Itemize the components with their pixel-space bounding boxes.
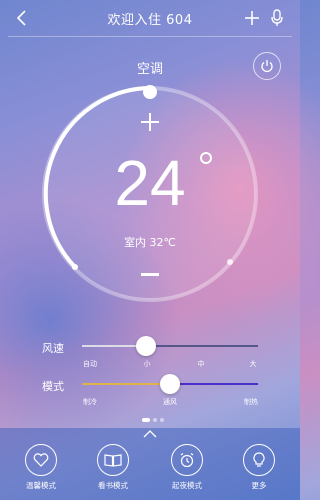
plus-icon[interactable] [244,10,260,26]
fan-speed-track[interactable] [82,345,258,347]
scene-night-button[interactable]: 起夜模式 [162,444,212,491]
lightbulb-icon [253,452,265,467]
page-dot [142,418,150,422]
scene-label: 温馨模式 [26,481,56,490]
scene-label: 起夜模式 [172,481,202,490]
scene-label: 更多 [251,481,267,490]
indoor-temperature: 室内 32℃ [124,236,176,249]
dial-handle [143,85,157,99]
page-dot [153,418,157,422]
increase-temperature-button[interactable] [140,112,160,132]
mode-option[interactable]: 制冷 [75,397,105,407]
page-dot [160,418,164,422]
page-title: 欢迎入住 604 [107,12,193,28]
chevron-up-icon[interactable] [143,430,157,438]
scene-reading-button[interactable]: 看书模式 [88,444,138,491]
scene-more-button[interactable]: 更多 [234,444,284,491]
dial-end-marker-right [227,259,233,265]
scene-warm-button[interactable]: 温馨模式 [16,444,66,491]
heart-icon [33,453,49,467]
power-icon [261,60,273,73]
mode-knob[interactable] [160,374,180,394]
fan-speed-option[interactable]: 自动 [75,359,105,369]
fan-speed-knob[interactable] [136,336,156,356]
scene-label: 看书模式 [98,481,128,490]
page-indicator [142,418,164,422]
book-icon [104,454,122,467]
set-temperature: 24 [114,147,186,219]
header: 欢迎入住 604 [0,0,300,36]
microphone-icon[interactable] [270,9,284,27]
fan-speed-option[interactable]: 中 [186,359,216,369]
mode-option[interactable]: 制热 [236,397,266,407]
degree-symbol [200,152,212,164]
mode-label: 模式 [42,380,64,393]
fan-speed-option[interactable]: 小 [132,359,162,369]
alarm-clock-icon [180,453,194,468]
dial-end-marker [72,264,78,270]
header-divider [8,36,292,37]
fan-speed-label: 风速 [42,342,64,355]
power-button[interactable] [253,52,281,80]
decrease-temperature-button[interactable] [141,273,159,276]
chevron-left-icon[interactable] [12,8,32,28]
mode-option[interactable]: 通风 [155,397,185,407]
fan-speed-option[interactable]: 大 [238,359,268,369]
